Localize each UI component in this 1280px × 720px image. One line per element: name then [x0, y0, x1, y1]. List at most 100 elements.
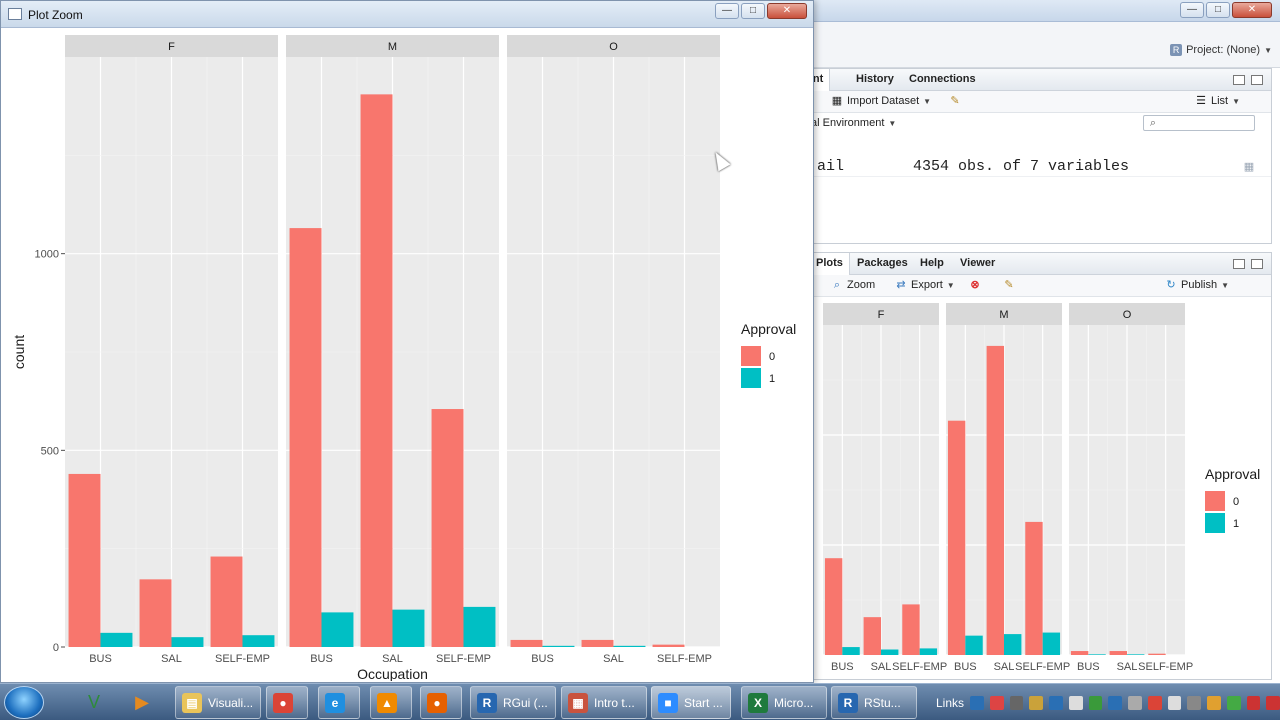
- magnifier-icon: ⌕: [833, 279, 841, 291]
- environment-search-input[interactable]: ⌕: [1143, 115, 1255, 131]
- tab-plots[interactable]: Plots: [809, 253, 850, 275]
- zoom-icon: ■: [658, 692, 678, 713]
- bar: [321, 612, 354, 647]
- taskbar-button-document[interactable]: ▦ Intro t...: [561, 686, 647, 719]
- bar: [881, 649, 899, 655]
- usb-icon[interactable]: [1187, 695, 1202, 710]
- maximize-pane-button[interactable]: [1251, 75, 1263, 85]
- taskbar-button-internet-explorer[interactable]: e: [318, 686, 360, 719]
- taskbar-button-label: Start ...: [684, 695, 723, 710]
- taskbar-button-chrome[interactable]: ●: [266, 686, 308, 719]
- media-player-icon[interactable]: ▶: [122, 687, 162, 718]
- clear-plots-button[interactable]: ✎: [1003, 279, 1015, 291]
- links-toolbar[interactable]: Links: [936, 696, 964, 710]
- bar: [863, 617, 881, 655]
- facet-label: F: [168, 41, 175, 53]
- export-label: Export: [911, 279, 943, 291]
- environment-row[interactable]: ail 4354 obs. of 7 variables ▦: [791, 157, 1271, 177]
- table-icon: ▦: [831, 95, 843, 107]
- close-button[interactable]: ✕: [767, 3, 807, 19]
- project-menu-button[interactable]: R Project: (None) ▼: [1170, 44, 1272, 56]
- shield-icon[interactable]: [1088, 695, 1103, 710]
- x-tick-label: BUS: [310, 653, 333, 665]
- facet-label: O: [1123, 309, 1132, 321]
- folder-icon: ▤: [182, 692, 202, 713]
- rstudio-main-toolbar: R Project: (None) ▼: [790, 22, 1280, 68]
- x-tick-label: SAL: [161, 653, 182, 665]
- export-button[interactable]: ⇄ Export ▼: [895, 279, 954, 291]
- minimize-pane-button[interactable]: [1233, 259, 1245, 269]
- taskbar-button-zoom[interactable]: ■ Start ...: [651, 686, 731, 719]
- taskbar-button-r[interactable]: R RGui (...: [470, 686, 556, 719]
- network-icon[interactable]: [1167, 695, 1182, 710]
- bar: [652, 644, 685, 647]
- bar: [392, 609, 425, 647]
- vim-icon[interactable]: V: [74, 687, 114, 718]
- battery-icon[interactable]: [1226, 695, 1241, 710]
- taskbar-button-excel[interactable]: X Micro...: [741, 686, 827, 719]
- start-button[interactable]: [4, 686, 44, 719]
- legend-title: Approval: [741, 321, 796, 337]
- view-mode-button[interactable]: ☰ List ▼: [1195, 95, 1240, 107]
- export-icon: ⇄: [896, 279, 906, 291]
- x-tick-label: SELF-EMP: [1138, 661, 1193, 673]
- rstudio-maximize-button[interactable]: □: [1206, 2, 1230, 18]
- taskbar-button-vlc[interactable]: ▲: [370, 686, 412, 719]
- power-icon[interactable]: [1246, 695, 1261, 710]
- x-tick-label: SAL: [382, 653, 403, 665]
- legend-label: 0: [769, 351, 775, 363]
- taskbar-button-label: RGui (...: [503, 695, 548, 710]
- rstudio-minimize-button[interactable]: —: [1180, 2, 1204, 18]
- bar: [986, 345, 1004, 655]
- volume-icon[interactable]: [1068, 695, 1083, 710]
- legend-key: [741, 346, 761, 366]
- settings-icon[interactable]: [1029, 695, 1044, 710]
- note-icon[interactable]: [1128, 695, 1142, 710]
- internet-explorer-icon: e: [325, 692, 345, 713]
- environment-selector[interactable]: al Environment ▼: [811, 117, 896, 129]
- small-plot: FBUS SAL SELF-EMPMBUS SAL SELF-EMPOBUS SAL SEL…: [823, 303, 1260, 673]
- rstudio-close-button[interactable]: ✕: [1232, 2, 1272, 18]
- remove-plot-button[interactable]: ⊗: [969, 279, 981, 291]
- chrome-tray-icon[interactable]: [1147, 695, 1162, 710]
- camera-icon[interactable]: [1009, 695, 1024, 710]
- environment-toolbar: ▦ Import Dataset ▼ ✎ ☰ List ▼: [791, 91, 1271, 113]
- rstudio-titlebar: — □ ✕: [790, 0, 1280, 22]
- zoom-button[interactable]: ⌕ Zoom: [831, 279, 875, 291]
- taskbar-button-label: Micro...: [774, 695, 814, 710]
- y-tick-label: 1000: [35, 249, 59, 261]
- sound-device-icon[interactable]: [989, 695, 1004, 710]
- flag-icon[interactable]: [1266, 695, 1280, 710]
- legend-label: 1: [1233, 518, 1239, 530]
- tab-packages[interactable]: Packages: [857, 257, 908, 269]
- tab-history[interactable]: History: [856, 73, 894, 85]
- taskbar-button-firefox[interactable]: ●: [420, 686, 462, 719]
- taskbar-button-label: Intro t...: [594, 695, 635, 710]
- remove-icon: ⊗: [970, 279, 980, 291]
- maximize-button[interactable]: □: [741, 3, 765, 19]
- taskbar-button-rstudio[interactable]: R RStu...: [831, 686, 917, 719]
- teamviewer-icon[interactable]: [970, 695, 984, 710]
- minimize-pane-button[interactable]: [1233, 75, 1245, 85]
- tab-connections[interactable]: Connections: [909, 73, 976, 85]
- import-dataset-button[interactable]: ▦ Import Dataset ▼: [831, 95, 931, 107]
- publish-button[interactable]: ↻ Publish ▼: [1165, 279, 1229, 291]
- tab-help[interactable]: Help: [920, 257, 944, 269]
- maximize-pane-button[interactable]: [1251, 259, 1263, 269]
- plots-toolbar: ⌕ Zoom ⇄ Export ▼ ⊗ ✎ ↻ Publish ▼: [791, 275, 1271, 297]
- document-icon: ▦: [568, 692, 588, 713]
- view-data-icon[interactable]: ▦: [1243, 161, 1255, 173]
- legend-key: [1205, 491, 1225, 511]
- taskbar-button-folder[interactable]: ▤ Visuali...: [175, 686, 261, 719]
- chevron-down-icon: ▼: [1221, 280, 1229, 290]
- clear-workspace-button[interactable]: ✎: [949, 95, 961, 107]
- bar: [68, 473, 101, 647]
- bar: [902, 604, 920, 655]
- tab-viewer[interactable]: Viewer: [960, 257, 995, 269]
- update-icon[interactable]: [1108, 695, 1123, 710]
- action-center-icon[interactable]: [1207, 695, 1221, 710]
- bar: [1088, 654, 1106, 655]
- bluetooth-icon[interactable]: [1049, 695, 1063, 710]
- minimize-button[interactable]: —: [715, 3, 739, 19]
- chrome-icon: ●: [273, 692, 293, 713]
